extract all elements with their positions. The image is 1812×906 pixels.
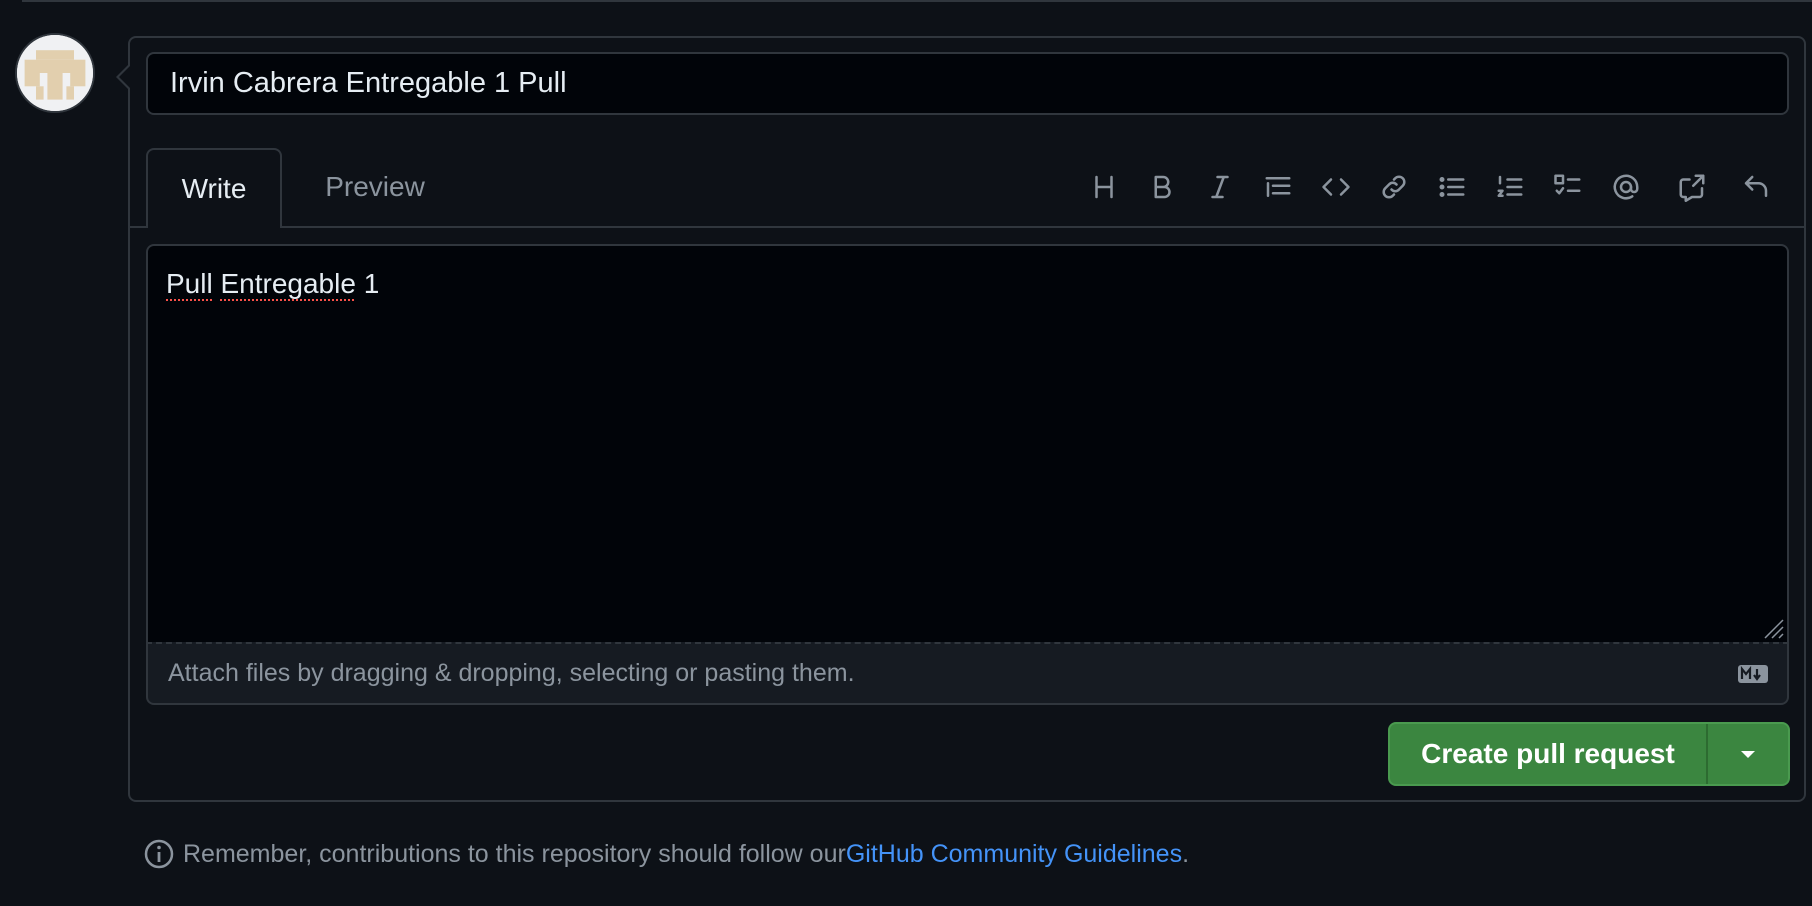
unordered-list-icon[interactable] [1428, 163, 1476, 211]
info-icon [144, 839, 174, 869]
title-input[interactable]: Irvin Cabrera Entregable 1 Pull [146, 52, 1789, 115]
tabs-divider [130, 226, 1804, 228]
cross-reference-icon[interactable] [1668, 163, 1716, 211]
undo-icon[interactable] [1732, 163, 1780, 211]
community-guidelines-link[interactable]: GitHub Community Guidelines [846, 840, 1182, 869]
community-guidelines-notice: Remember, contributions to this reposito… [143, 836, 1189, 872]
file-attachment-bar[interactable]: Attach files by dragging & dropping, sel… [146, 642, 1789, 705]
identicon-icon [17, 35, 93, 111]
description-textarea[interactable]: Pull Entregable 1 [146, 244, 1789, 642]
markdown-toolbar [1080, 163, 1780, 211]
heading-icon[interactable] [1080, 163, 1128, 211]
task-list-icon[interactable] [1544, 163, 1592, 211]
top-divider [22, 0, 1812, 2]
notice-end: . [1182, 839, 1190, 868]
description-text: Pull Entregable 1 [166, 268, 380, 299]
code-icon[interactable] [1312, 163, 1360, 211]
tab-write[interactable]: Write [146, 148, 282, 228]
bold-icon[interactable] [1138, 163, 1186, 211]
italic-icon[interactable] [1196, 163, 1244, 211]
notice-text: Remember, contributions to this reposito… [183, 839, 846, 868]
resize-handle-icon[interactable] [1759, 614, 1785, 640]
avatar[interactable] [15, 33, 95, 113]
ordered-list-icon[interactable] [1486, 163, 1534, 211]
create-options-dropdown-button[interactable] [1708, 724, 1788, 784]
markdown-icon[interactable] [1737, 664, 1769, 684]
create-pull-request-button-group: Create pull request [1388, 722, 1790, 786]
triangle-down-icon [1741, 751, 1755, 758]
link-icon[interactable] [1370, 163, 1418, 211]
tab-preview[interactable]: Preview [300, 148, 450, 226]
attach-hint: Attach files by dragging & dropping, sel… [168, 659, 855, 687]
mention-icon[interactable] [1602, 163, 1650, 211]
quote-icon[interactable] [1254, 163, 1302, 211]
create-pull-request-button[interactable]: Create pull request [1390, 724, 1708, 784]
